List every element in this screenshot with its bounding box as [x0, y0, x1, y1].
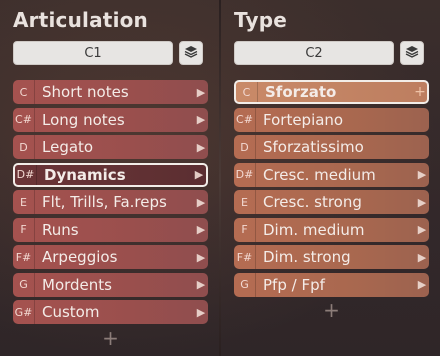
note-label: F [234, 217, 256, 242]
plus-icon[interactable]: + [413, 84, 427, 100]
note-label: C# [13, 107, 35, 132]
chevron-right-icon: ▶ [196, 195, 206, 209]
note-label: G [13, 272, 35, 297]
note-label: G# [13, 300, 35, 324]
type-item-sforzatissimo[interactable]: D Sforzatissimo [234, 135, 429, 159]
type-item-dim-strong[interactable]: F# Dim. strong ▶ [234, 245, 429, 269]
note-label: D [13, 135, 35, 159]
item-label: Short notes [42, 83, 129, 101]
articulation-title: Articulation [13, 8, 148, 32]
type-layers-button[interactable] [400, 41, 424, 65]
chevron-right-icon: ▶ [196, 305, 206, 319]
type-item-pfp-fpf[interactable]: G Pfp / Fpf ▶ [234, 272, 429, 297]
type-title: Type [234, 8, 287, 32]
note-label: D [234, 135, 256, 159]
note-label: E [13, 190, 35, 214]
chevron-right-icon: ▶ [196, 278, 206, 291]
articulation-item-short-notes[interactable]: C Short notes ▶ [13, 80, 208, 104]
item-label: Runs [42, 220, 79, 239]
note-label: C# [234, 107, 256, 132]
note-label: G [234, 272, 256, 297]
articulation-item-runs[interactable]: F Runs ▶ [13, 217, 208, 242]
item-label: Sforzato [265, 83, 337, 101]
panel-divider [219, 0, 221, 356]
note-label: F# [13, 245, 35, 269]
note-label: C [236, 82, 258, 102]
item-label: Fortepiano [263, 110, 344, 129]
chevron-right-icon: ▶ [194, 168, 204, 181]
articulation-item-legato[interactable]: D Legato ▶ [13, 135, 208, 159]
add-type-button[interactable]: + [234, 300, 429, 320]
articulation-item-long-notes[interactable]: C# Long notes ▶ [13, 107, 208, 132]
item-label: Cresc. medium [263, 165, 376, 184]
articulation-item-arpeggios[interactable]: F# Arpeggios ▶ [13, 245, 208, 269]
chevron-right-icon: ▶ [196, 113, 206, 126]
item-label: Custom [42, 303, 100, 321]
layers-icon [405, 44, 419, 63]
chevron-right-icon: ▶ [196, 85, 206, 99]
item-label: Mordents [42, 275, 112, 294]
chevron-right-icon: ▶ [196, 223, 206, 236]
chevron-right-icon: ▶ [196, 140, 206, 154]
item-label: Arpeggios [42, 248, 118, 266]
chevron-right-icon: ▶ [196, 250, 206, 264]
type-header: C2 [234, 40, 429, 66]
note-label: D# [234, 162, 256, 187]
note-label: F [13, 217, 35, 242]
articulation-header: C1 [13, 40, 208, 66]
note-label: D# [15, 164, 37, 185]
note-label: F# [234, 245, 256, 269]
type-channel-field[interactable]: C2 [234, 41, 394, 65]
articulation-panel: Articulation C1 C Short notes ▶ C# Long … [13, 0, 208, 348]
articulation-item-dynamics[interactable]: D# Dynamics ▶ [13, 162, 208, 187]
type-item-sforzato[interactable]: C Sforzato + [234, 80, 429, 104]
chevron-right-icon: ▶ [417, 250, 427, 264]
item-label: Dynamics [44, 165, 126, 184]
type-item-dim-medium[interactable]: F Dim. medium ▶ [234, 217, 429, 242]
type-panel: Type C2 C Sforzato + C# Fortepiano D Sfo… [234, 0, 429, 320]
item-label: Cresc. strong [263, 193, 362, 211]
item-label: Long notes [42, 110, 125, 129]
note-label: C [13, 80, 35, 104]
articulation-item-flt-trills[interactable]: E Flt, Trills, Fa.reps ▶ [13, 190, 208, 214]
type-item-cresc-strong[interactable]: E Cresc. strong ▶ [234, 190, 429, 214]
add-articulation-button[interactable]: + [13, 328, 208, 348]
articulation-item-mordents[interactable]: G Mordents ▶ [13, 272, 208, 297]
chevron-right-icon: ▶ [417, 168, 427, 181]
item-label: Flt, Trills, Fa.reps [42, 193, 167, 211]
item-label: Pfp / Fpf [263, 275, 325, 294]
layers-icon [184, 44, 198, 63]
articulation-channel-field[interactable]: C1 [13, 41, 173, 65]
type-item-cresc-medium[interactable]: D# Cresc. medium ▶ [234, 162, 429, 187]
item-label: Dim. strong [263, 248, 351, 266]
articulation-list: C Short notes ▶ C# Long notes ▶ D Legato… [13, 80, 208, 348]
chevron-right-icon: ▶ [417, 195, 427, 209]
note-label: E [234, 190, 256, 214]
chevron-right-icon: ▶ [417, 278, 427, 291]
item-label: Legato [42, 138, 94, 156]
item-label: Sforzatissimo [263, 138, 364, 156]
type-item-fortepiano[interactable]: C# Fortepiano [234, 107, 429, 132]
articulation-layers-button[interactable] [179, 41, 203, 65]
item-label: Dim. medium [263, 220, 365, 239]
articulation-item-custom[interactable]: G# Custom ▶ [13, 300, 208, 324]
chevron-right-icon: ▶ [417, 223, 427, 236]
type-list: C Sforzato + C# Fortepiano D Sforzatissi… [234, 80, 429, 320]
